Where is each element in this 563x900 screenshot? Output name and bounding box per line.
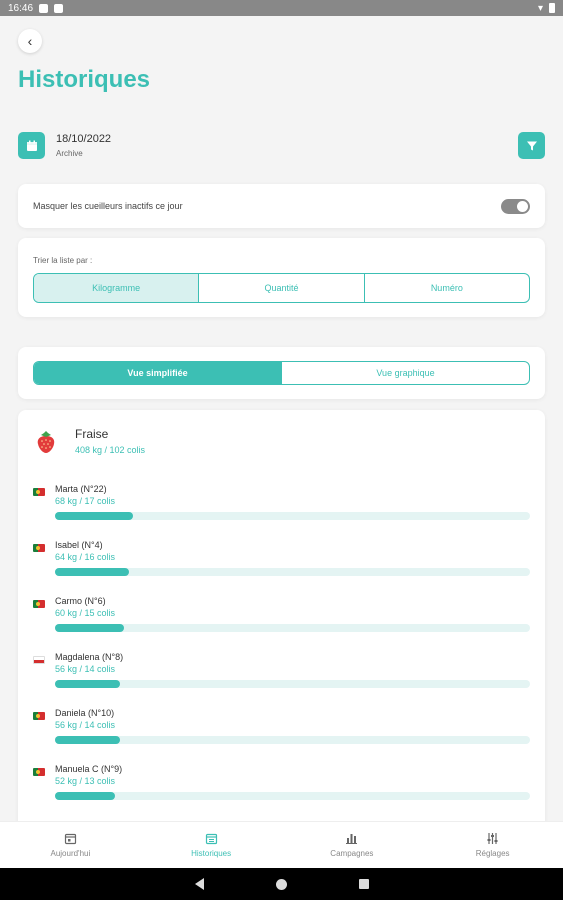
bar-chart-icon xyxy=(346,834,358,844)
picker-name: Daniela (N°10) xyxy=(55,708,115,718)
picker-row[interactable]: Daniela (N°10) 56 kg / 14 colis xyxy=(33,706,530,752)
sort-option-kilogramme[interactable]: Kilogramme xyxy=(34,274,200,302)
page-title: Historiques xyxy=(18,66,151,93)
filter-icon xyxy=(526,141,537,150)
flag-icon xyxy=(33,544,45,552)
progress-fill xyxy=(55,568,129,576)
system-back-icon[interactable] xyxy=(194,878,204,890)
hide-inactive-label: Masquer les cueilleurs inactifs ce jour xyxy=(33,201,183,211)
wifi-icon: ▾ xyxy=(537,2,543,14)
system-navigation-bar xyxy=(0,868,563,900)
progress-fill xyxy=(55,792,115,800)
nav-item-settings[interactable]: Réglages xyxy=(422,822,563,868)
progress-track xyxy=(55,624,530,632)
calendar-button[interactable] xyxy=(18,132,45,159)
calendar-history-icon xyxy=(205,833,217,845)
picker-weight: 64 kg / 16 colis xyxy=(55,552,116,562)
bottom-navigation: Aujourd'hui Historiques Campagnes Réglag… xyxy=(0,821,563,868)
picker-list-card: Fraise 408 kg / 102 colis Marta (N°22) 6… xyxy=(18,410,545,830)
picker-name: Marta (N°22) xyxy=(55,484,107,494)
sort-segmented-control: Kilogramme Quantité Numéro xyxy=(33,273,530,303)
progress-track xyxy=(55,792,530,800)
fruit-header: Fraise 408 kg / 102 colis xyxy=(33,426,530,466)
hide-inactive-toggle[interactable] xyxy=(501,199,530,214)
fruit-total: 408 kg / 102 colis xyxy=(75,445,146,455)
nav-item-campaigns[interactable]: Campagnes xyxy=(282,822,423,868)
sliders-icon xyxy=(487,833,498,844)
picker-weight: 52 kg / 13 colis xyxy=(55,776,116,786)
nav-item-today[interactable]: Aujourd'hui xyxy=(0,822,141,868)
view-mode-card: Vue simplifiée Vue graphique xyxy=(18,347,545,399)
progress-fill xyxy=(55,624,125,632)
view-option-simplified[interactable]: Vue simplifiée xyxy=(34,362,282,384)
picker-row[interactable]: Manuela C (N°9) 52 kg / 13 colis xyxy=(33,762,530,808)
app-notification-icon xyxy=(54,3,64,13)
date-status: Archive xyxy=(56,149,83,158)
status-time: 16:46 xyxy=(8,2,34,14)
nav-item-history[interactable]: Historiques xyxy=(141,822,282,868)
picker-row[interactable]: Magdalena (N°8) 56 kg / 14 colis xyxy=(33,650,530,696)
inactive-filter-card: Masquer les cueilleurs inactifs ce jour xyxy=(18,184,545,228)
progress-track xyxy=(55,512,530,520)
nav-label-today: Aujourd'hui xyxy=(50,849,91,858)
status-bar: 16:46 ▾ xyxy=(0,0,563,16)
picker-row[interactable]: Marta (N°22) 68 kg / 17 colis xyxy=(33,482,530,528)
nav-label-settings: Réglages xyxy=(475,849,510,858)
view-segmented-control: Vue simplifiée Vue graphique xyxy=(33,361,530,385)
selected-date: 18/10/2022 xyxy=(56,133,112,145)
picker-row[interactable]: Carmo (N°6) 60 kg / 15 colis xyxy=(33,594,530,640)
progress-fill xyxy=(55,680,120,688)
flag-icon xyxy=(33,712,45,720)
flag-icon xyxy=(33,600,45,608)
fruit-name: Fraise xyxy=(75,427,109,441)
view-option-graphic[interactable]: Vue graphique xyxy=(282,362,529,384)
strawberry-icon xyxy=(37,431,55,453)
sort-label: Trier la liste par : xyxy=(33,256,93,265)
calendar-day-icon xyxy=(64,833,76,845)
flag-icon xyxy=(33,656,45,664)
chevron-left-icon: ‹ xyxy=(27,33,33,49)
progress-track xyxy=(55,680,530,688)
system-recents-icon[interactable] xyxy=(358,879,369,889)
flag-icon xyxy=(33,768,45,776)
filter-button[interactable] xyxy=(518,132,545,159)
back-button[interactable]: ‹ xyxy=(18,29,42,53)
picker-weight: 56 kg / 14 colis xyxy=(55,720,116,730)
nav-label-campaigns: Campagnes xyxy=(330,849,374,858)
progress-fill xyxy=(55,736,120,744)
battery-icon xyxy=(549,3,555,13)
sort-option-numero[interactable]: Numéro xyxy=(365,274,529,302)
sort-option-quantite[interactable]: Quantité xyxy=(199,274,365,302)
picker-name: Manuela C (N°9) xyxy=(55,764,123,774)
notification-icon xyxy=(39,3,49,13)
progress-fill xyxy=(55,512,134,520)
picker-weight: 56 kg / 14 colis xyxy=(55,664,116,674)
picker-name: Magdalena (N°8) xyxy=(55,652,124,662)
picker-name: Isabel (N°4) xyxy=(55,540,103,550)
flag-icon xyxy=(33,488,45,496)
picker-name: Carmo (N°6) xyxy=(55,596,106,606)
calendar-icon xyxy=(26,140,37,151)
picker-weight: 68 kg / 17 colis xyxy=(55,496,116,506)
nav-label-history: Historiques xyxy=(191,849,232,858)
sort-card: Trier la liste par : Kilogramme Quantité… xyxy=(18,238,545,317)
progress-track xyxy=(55,568,530,576)
picker-weight: 60 kg / 15 colis xyxy=(55,608,116,618)
date-selector: 18/10/2022 Archive xyxy=(18,131,545,161)
picker-row[interactable]: Isabel (N°4) 64 kg / 16 colis xyxy=(33,538,530,584)
progress-track xyxy=(55,736,530,744)
system-home-icon[interactable] xyxy=(275,878,287,890)
